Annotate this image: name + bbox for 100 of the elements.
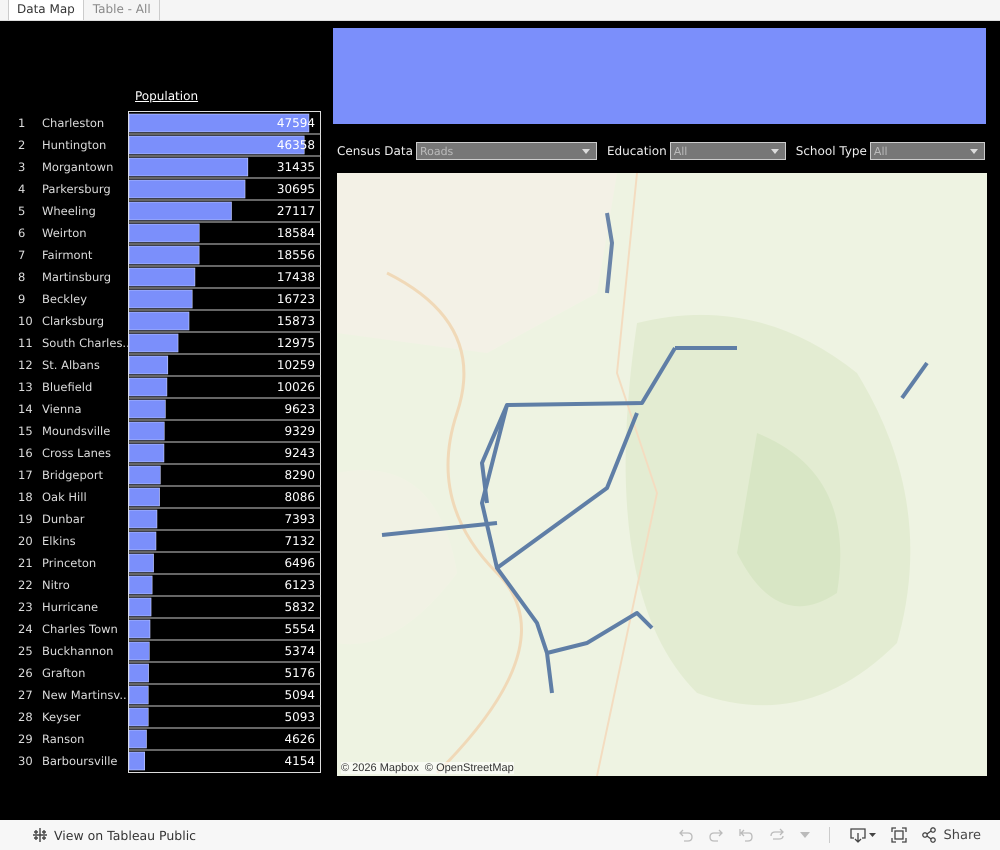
value-label: 4626 [284,732,315,746]
chart-title: Population [135,89,200,105]
value-label: 27117 [276,204,315,218]
bar[interactable] [128,642,150,660]
rank-number: 30 [18,754,33,768]
caret-icon [582,148,590,154]
rank-number: 25 [18,644,33,658]
revert-icon [738,827,754,843]
redo-icon [708,827,724,843]
value-label: 5554 [284,622,315,636]
city-name: South Charles.. [42,336,130,350]
value-label: 18556 [276,248,315,262]
city-name: Vienna [42,402,82,416]
city-name: Clarksburg [42,314,104,328]
city-name: Weirton [42,226,87,240]
city-name: Parkersburg [42,182,111,196]
sheet-tab[interactable]: Data Map [8,0,84,20]
rank-number: 28 [18,710,33,724]
city-name: Barboursville [42,754,118,768]
rank-number: 15 [18,424,33,438]
rank-number: 10 [18,314,33,328]
value-label: 9623 [284,402,315,416]
rank-number: 2 [18,138,26,152]
value-label: 16723 [276,292,315,306]
rank-number: 6 [18,226,26,240]
undo-icon [678,827,694,843]
city-name: Nitro [42,578,70,592]
rank-number: 17 [18,468,33,482]
map-attribution: © 2026 Mapbox © OpenStreetMap [341,762,514,774]
city-name: Bluefield [42,380,92,394]
value-label: 7393 [284,512,315,526]
value-label: 5832 [284,600,315,614]
value-label: 18584 [276,226,315,240]
city-name: Buckhannon [42,644,114,658]
value-label: 9329 [284,424,315,438]
bar[interactable] [128,686,149,704]
city-name: Moundsville [42,424,110,438]
city-name: Charles Town [42,622,118,636]
rank-number: 29 [18,732,33,746]
value-label: 5176 [284,666,315,680]
value-label: 15873 [276,314,315,328]
value-label: 6123 [284,578,315,592]
city-name: Fairmont [42,248,92,262]
rank-number: 4 [18,182,26,196]
caret-icon [800,832,810,838]
rank-number: 26 [18,666,33,680]
filter-dropdown[interactable]: All [670,142,786,160]
city-name: New Martinsv.. [42,688,127,702]
caret-icon [770,148,779,154]
rank-number: 5 [18,204,26,218]
rank-number: 19 [18,512,33,526]
rank-number: 7 [18,248,26,262]
filter-label: School Type [796,144,867,158]
rank-number: 13 [18,380,33,394]
value-label: 31435 [276,160,315,174]
share-button[interactable]: Share [918,824,984,846]
filter-dropdown[interactable]: Roads [416,142,597,160]
city-name: Huntington [42,138,106,152]
city-name: Hurricane [42,600,98,614]
rank-number: 11 [18,336,33,350]
download-icon [849,827,878,843]
view-on-tableau-link[interactable]: View on Tableau Public [32,827,196,843]
city-name: Grafton [42,666,86,680]
city-name: Bridgeport [42,468,104,482]
city-name: Morgantown [42,160,114,174]
value-label: 10026 [276,380,315,394]
rank-number: 24 [18,622,33,636]
city-name: Beckley [42,292,88,306]
bar[interactable] [128,708,149,726]
rank-number: 9 [18,292,26,306]
rank-number: 27 [18,688,33,702]
city-name: Elkins [42,534,76,548]
value-label: 5374 [284,644,315,658]
sheet-tab[interactable]: Table - All [84,0,160,20]
rank-number: 20 [18,534,33,548]
rank-number: 16 [18,446,33,460]
city-name: Keyser [42,710,81,724]
caret-icon [970,148,978,154]
value-label: 8086 [284,490,315,504]
rank-number: 18 [18,490,33,504]
city-name: Charleston [42,116,104,130]
value-label: 5093 [284,710,315,724]
rank-number: 21 [18,556,33,570]
city-name: Dunbar [42,512,85,526]
rank-number: 8 [18,270,26,284]
value-label: 12975 [276,336,315,350]
rank-number: 14 [18,402,33,416]
rank-number: 22 [18,578,33,592]
rank-number: 1 [18,116,26,130]
city-name: Martinsburg [42,270,112,284]
city-name: Princeton [42,556,96,570]
city-name: St. Albans [42,358,100,372]
filter-dropdown[interactable]: All [870,142,985,160]
value-label: 17438 [276,270,315,284]
value-label: 4154 [284,754,315,768]
share-icon [921,827,938,843]
value-label: 10259 [276,358,315,372]
city-name: Ranson [42,732,84,746]
value-label: 5094 [284,688,315,702]
value-label: 6496 [284,556,315,570]
